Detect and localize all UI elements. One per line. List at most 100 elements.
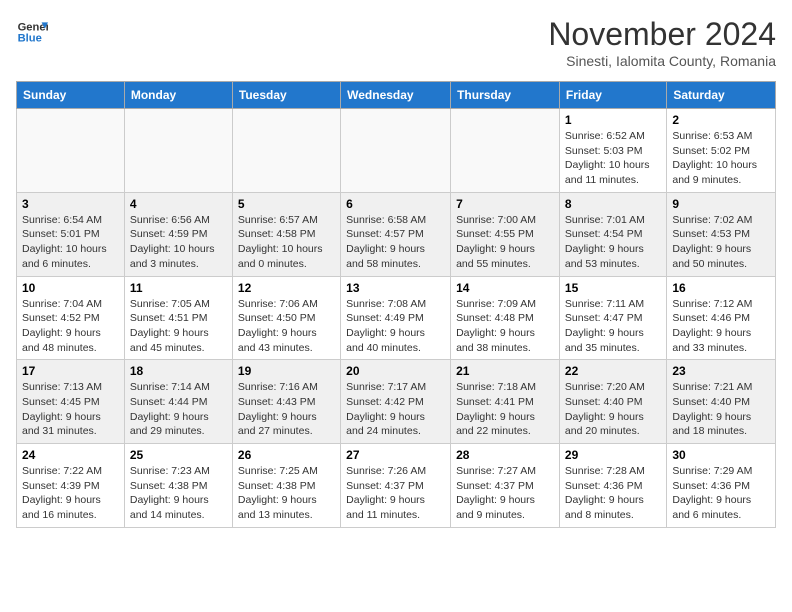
- day-info: Sunrise: 6:53 AMSunset: 5:02 PMDaylight:…: [672, 129, 770, 188]
- calendar-cell: 12Sunrise: 7:06 AMSunset: 4:50 PMDayligh…: [232, 276, 340, 360]
- calendar-cell: 25Sunrise: 7:23 AMSunset: 4:38 PMDayligh…: [124, 444, 232, 528]
- day-number: 22: [565, 364, 661, 378]
- calendar-cell: 29Sunrise: 7:28 AMSunset: 4:36 PMDayligh…: [559, 444, 666, 528]
- day-info: Sunrise: 7:29 AMSunset: 4:36 PMDaylight:…: [672, 464, 770, 523]
- day-header-tuesday: Tuesday: [232, 82, 340, 109]
- day-number: 28: [456, 448, 554, 462]
- calendar-cell: [232, 109, 340, 193]
- week-row-5: 24Sunrise: 7:22 AMSunset: 4:39 PMDayligh…: [17, 444, 776, 528]
- day-info: Sunrise: 7:01 AMSunset: 4:54 PMDaylight:…: [565, 213, 661, 272]
- day-number: 25: [130, 448, 227, 462]
- week-row-2: 3Sunrise: 6:54 AMSunset: 5:01 PMDaylight…: [17, 192, 776, 276]
- calendar-cell: 27Sunrise: 7:26 AMSunset: 4:37 PMDayligh…: [341, 444, 451, 528]
- day-info: Sunrise: 7:05 AMSunset: 4:51 PMDaylight:…: [130, 297, 227, 356]
- day-info: Sunrise: 6:56 AMSunset: 4:59 PMDaylight:…: [130, 213, 227, 272]
- day-header-wednesday: Wednesday: [341, 82, 451, 109]
- calendar-cell: 11 Sunrise: 7:05 AMSunset: 4:51 PMDayligh…: [124, 276, 232, 360]
- main-title: November 2024: [548, 16, 776, 53]
- calendar-cell: [17, 109, 125, 193]
- calendar-cell: 5 Sunrise: 6:57 AMSunset: 4:58 PMDaylight…: [232, 192, 340, 276]
- calendar-header-row: SundayMondayTuesdayWednesdayThursdayFrid…: [17, 82, 776, 109]
- calendar-cell: 21Sunrise: 7:18 AMSunset: 4:41 PMDayligh…: [451, 360, 560, 444]
- calendar-cell: 8 Sunrise: 7:01 AMSunset: 4:54 PMDaylight…: [559, 192, 666, 276]
- day-number: 21: [456, 364, 554, 378]
- day-number: 9: [672, 197, 770, 211]
- calendar-cell: 17 Sunrise: 7:13 AMSunset: 4:45 PMDayligh…: [17, 360, 125, 444]
- day-info: Sunrise: 7:22 AMSunset: 4:39 PMDaylight:…: [22, 464, 119, 523]
- day-header-monday: Monday: [124, 82, 232, 109]
- calendar-cell: 3Sunrise: 6:54 AMSunset: 5:01 PMDaylight…: [17, 192, 125, 276]
- day-number: 20: [346, 364, 445, 378]
- day-number: 18: [130, 364, 227, 378]
- calendar-cell: [341, 109, 451, 193]
- day-header-sunday: Sunday: [17, 82, 125, 109]
- day-header-thursday: Thursday: [451, 82, 560, 109]
- day-number: 23: [672, 364, 770, 378]
- calendar-cell: 16Sunrise: 7:12 AMSunset: 4:46 PMDayligh…: [667, 276, 776, 360]
- calendar-cell: 28 Sunrise: 7:27 AMSunset: 4:37 PMDayligh…: [451, 444, 560, 528]
- calendar-cell: 26 Sunrise: 7:25 AMSunset: 4:38 PMDayligh…: [232, 444, 340, 528]
- day-header-friday: Friday: [559, 82, 666, 109]
- week-row-1: 1Sunrise: 6:52 AMSunset: 5:03 PMDaylight…: [17, 109, 776, 193]
- calendar-cell: [124, 109, 232, 193]
- day-info: Sunrise: 7:00 AMSunset: 4:55 PMDaylight:…: [456, 213, 554, 272]
- day-number: 12: [238, 281, 335, 295]
- calendar-body: 1Sunrise: 6:52 AMSunset: 5:03 PMDaylight…: [17, 109, 776, 528]
- calendar-cell: 15 Sunrise: 7:11 AMSunset: 4:47 PMDayligh…: [559, 276, 666, 360]
- day-number: 26: [238, 448, 335, 462]
- day-number: 2: [672, 113, 770, 127]
- day-info: Sunrise: 7:21 AMSunset: 4:40 PMDaylight:…: [672, 380, 770, 439]
- header: General Blue November 2024 Sinesti, Ialo…: [16, 16, 776, 69]
- day-number: 5: [238, 197, 335, 211]
- day-info: Sunrise: 7:13 AMSunset: 4:45 PMDaylight:…: [22, 380, 119, 439]
- calendar-cell: 1Sunrise: 6:52 AMSunset: 5:03 PMDaylight…: [559, 109, 666, 193]
- calendar-cell: 9Sunrise: 7:02 AMSunset: 4:53 PMDaylight…: [667, 192, 776, 276]
- day-number: 11: [130, 281, 227, 295]
- calendar-cell: 2 Sunrise: 6:53 AMSunset: 5:02 PMDaylight…: [667, 109, 776, 193]
- calendar-cell: 20 Sunrise: 7:17 AMSunset: 4:42 PMDayligh…: [341, 360, 451, 444]
- day-info: Sunrise: 7:11 AMSunset: 4:47 PMDaylight:…: [565, 297, 661, 356]
- calendar-cell: 13Sunrise: 7:08 AMSunset: 4:49 PMDayligh…: [341, 276, 451, 360]
- day-info: Sunrise: 7:26 AMSunset: 4:37 PMDaylight:…: [346, 464, 445, 523]
- day-number: 13: [346, 281, 445, 295]
- day-number: 10: [22, 281, 119, 295]
- calendar-cell: 24Sunrise: 7:22 AMSunset: 4:39 PMDayligh…: [17, 444, 125, 528]
- calendar-cell: 18 Sunrise: 7:14 AMSunset: 4:44 PMDayligh…: [124, 360, 232, 444]
- calendar-cell: [451, 109, 560, 193]
- calendar-cell: 23 Sunrise: 7:21 AMSunset: 4:40 PMDayligh…: [667, 360, 776, 444]
- day-info: Sunrise: 7:16 AMSunset: 4:43 PMDaylight:…: [238, 380, 335, 439]
- calendar-cell: 6Sunrise: 6:58 AMSunset: 4:57 PMDaylight…: [341, 192, 451, 276]
- day-number: 30: [672, 448, 770, 462]
- day-number: 4: [130, 197, 227, 211]
- day-info: Sunrise: 7:28 AMSunset: 4:36 PMDaylight:…: [565, 464, 661, 523]
- title-area: November 2024 Sinesti, Ialomita County, …: [548, 16, 776, 69]
- subtitle: Sinesti, Ialomita County, Romania: [548, 53, 776, 69]
- day-number: 3: [22, 197, 119, 211]
- day-info: Sunrise: 7:12 AMSunset: 4:46 PMDaylight:…: [672, 297, 770, 356]
- calendar-cell: 4 Sunrise: 6:56 AMSunset: 4:59 PMDaylight…: [124, 192, 232, 276]
- day-header-saturday: Saturday: [667, 82, 776, 109]
- svg-text:Blue: Blue: [18, 33, 42, 45]
- week-row-4: 17 Sunrise: 7:13 AMSunset: 4:45 PMDayligh…: [17, 360, 776, 444]
- logo-icon: General Blue: [16, 16, 48, 48]
- calendar-table: SundayMondayTuesdayWednesdayThursdayFrid…: [16, 81, 776, 528]
- week-row-3: 10Sunrise: 7:04 AMSunset: 4:52 PMDayligh…: [17, 276, 776, 360]
- day-number: 6: [346, 197, 445, 211]
- day-number: 17: [22, 364, 119, 378]
- day-info: Sunrise: 7:27 AMSunset: 4:37 PMDaylight:…: [456, 464, 554, 523]
- day-info: Sunrise: 7:09 AMSunset: 4:48 PMDaylight:…: [456, 297, 554, 356]
- day-number: 15: [565, 281, 661, 295]
- day-info: Sunrise: 6:57 AMSunset: 4:58 PMDaylight:…: [238, 213, 335, 272]
- day-number: 8: [565, 197, 661, 211]
- day-info: Sunrise: 7:14 AMSunset: 4:44 PMDaylight:…: [130, 380, 227, 439]
- day-number: 14: [456, 281, 554, 295]
- logo: General Blue: [16, 16, 48, 48]
- day-number: 7: [456, 197, 554, 211]
- day-info: Sunrise: 7:17 AMSunset: 4:42 PMDaylight:…: [346, 380, 445, 439]
- day-info: Sunrise: 7:25 AMSunset: 4:38 PMDaylight:…: [238, 464, 335, 523]
- day-number: 19: [238, 364, 335, 378]
- calendar-cell: 30 Sunrise: 7:29 AMSunset: 4:36 PMDayligh…: [667, 444, 776, 528]
- calendar-cell: 10Sunrise: 7:04 AMSunset: 4:52 PMDayligh…: [17, 276, 125, 360]
- day-info: Sunrise: 6:52 AMSunset: 5:03 PMDaylight:…: [565, 129, 661, 188]
- calendar-cell: 19 Sunrise: 7:16 AMSunset: 4:43 PMDayligh…: [232, 360, 340, 444]
